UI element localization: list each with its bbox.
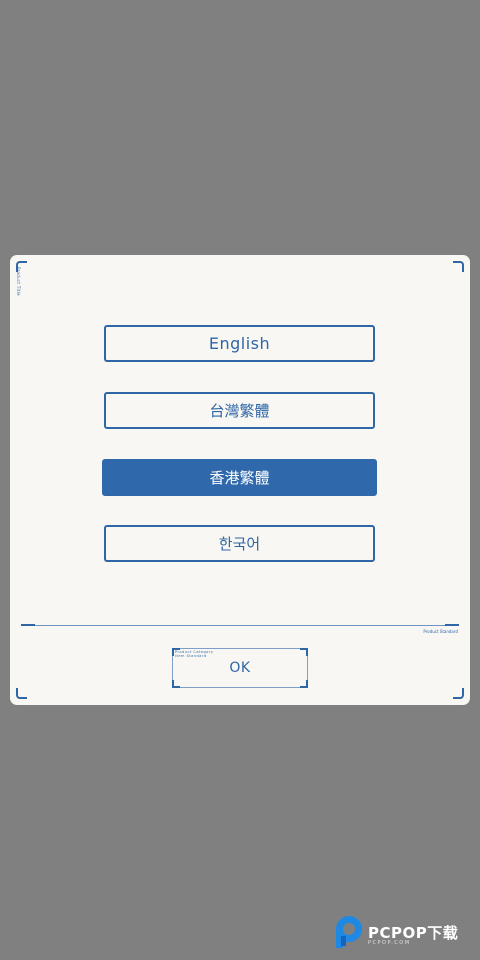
language-dialog: Product Title English 台灣繁體 香港繁體 한국어 Prod… xyxy=(10,255,470,705)
divider-line xyxy=(21,625,459,626)
language-option-hongkong-traditional[interactable]: 香港繁體 xyxy=(102,459,377,496)
language-option-korean[interactable]: 한국어 xyxy=(104,525,375,562)
ok-button[interactable]: Product Category Item Standard OK xyxy=(172,648,308,688)
ok-button-note: Product Category Item Standard xyxy=(175,650,213,658)
corner-bracket-top-right xyxy=(453,261,464,272)
watermark-sub: PCPOP.COM xyxy=(368,940,411,946)
ok-corner-bottom-left xyxy=(172,680,180,688)
corner-bracket-bottom-left xyxy=(16,688,27,699)
ok-note-line2: Item Standard xyxy=(175,654,207,658)
language-option-english[interactable]: English xyxy=(104,325,375,362)
divider-cap-left xyxy=(21,624,35,626)
ok-corner-bottom-right xyxy=(300,680,308,688)
divider-cap-right xyxy=(445,624,459,626)
corner-bracket-bottom-right xyxy=(453,688,464,699)
side-label: Product Title xyxy=(16,267,21,296)
language-option-taiwan-traditional[interactable]: 台灣繁體 xyxy=(104,392,375,429)
pcpop-logo-icon xyxy=(336,916,362,948)
ok-button-label: OK xyxy=(229,660,251,676)
watermark: PCPOP下载 PCPOP.COM xyxy=(332,914,480,954)
ok-corner-top-right xyxy=(300,648,308,656)
divider-note: Product Standard xyxy=(423,629,458,634)
